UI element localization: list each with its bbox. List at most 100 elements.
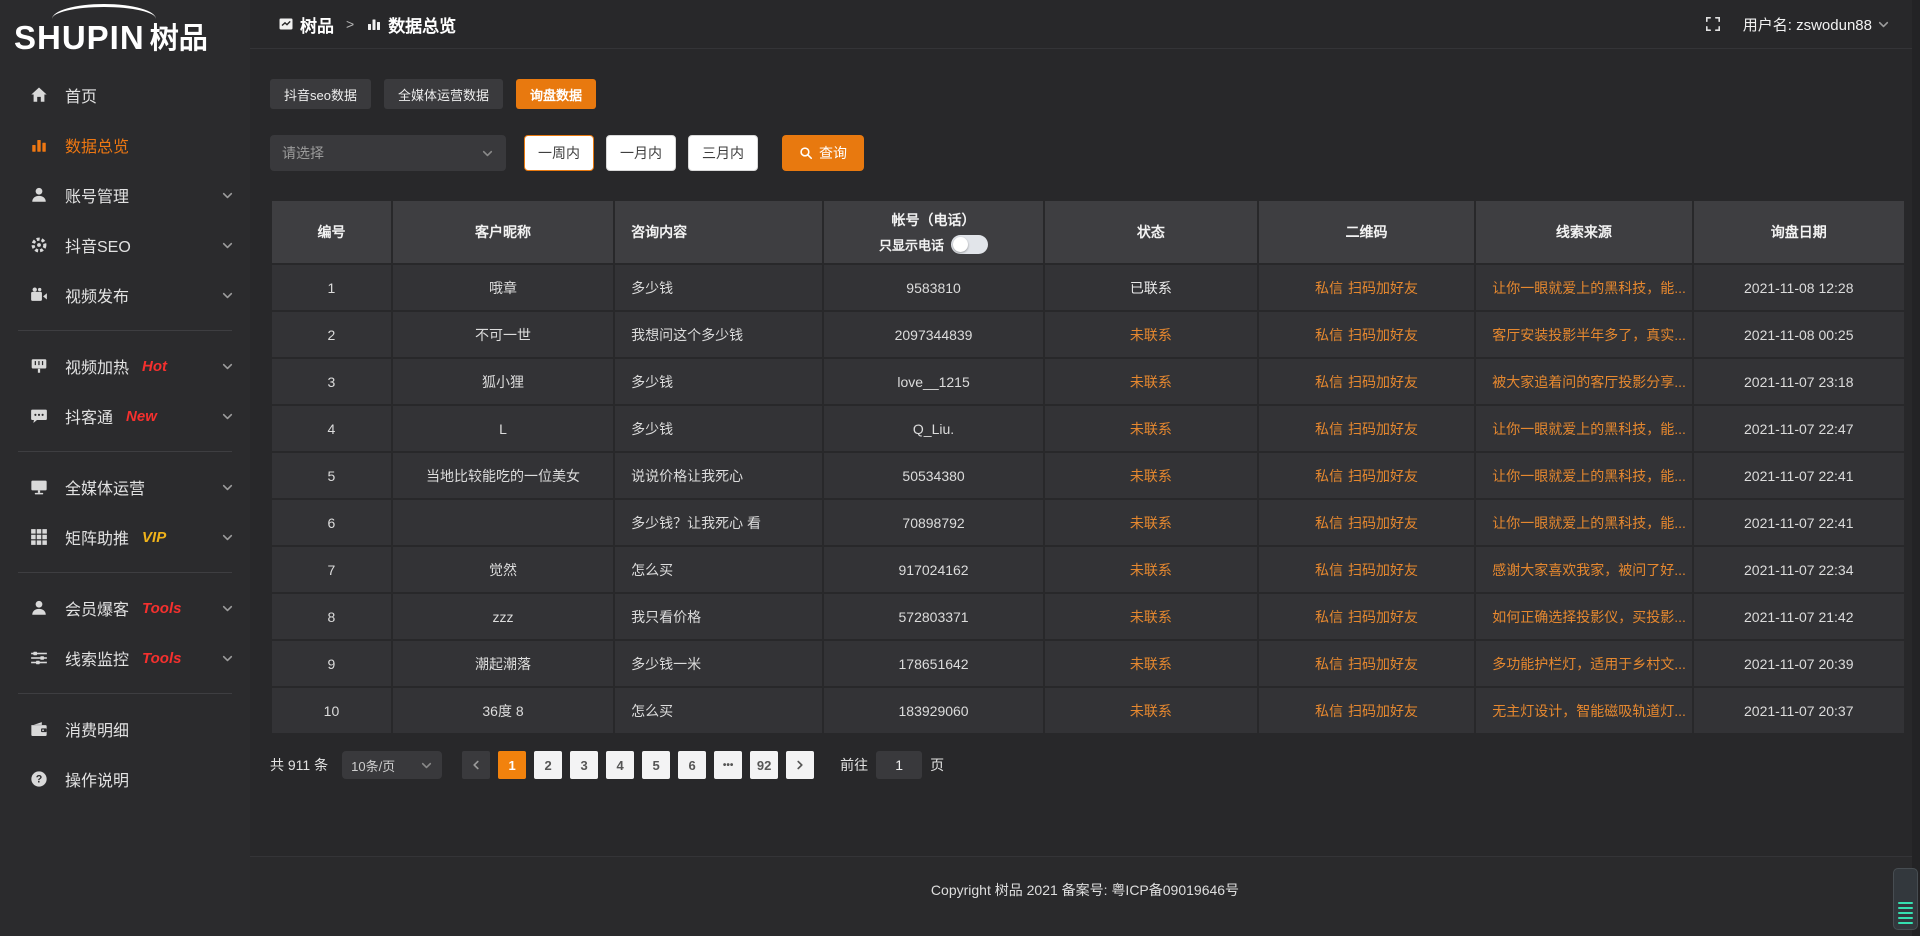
qr-scan-add-friend-link[interactable]: 扫码加好友	[1348, 656, 1418, 672]
sidebar-item-video-heat[interactable]: 视频加热Hot	[0, 341, 250, 391]
time-filter-0[interactable]: 一周内	[524, 135, 594, 171]
lead-source-link[interactable]: 客厅安装投影半年多了，真实...	[1475, 311, 1692, 358]
row-number: 4	[271, 405, 392, 452]
lead-source-link[interactable]: 让你一眼就爱上的黑科技，能...	[1475, 452, 1692, 499]
topbar: 树品 > 数据总览 用户名: zswodun88	[250, 0, 1920, 49]
qr-scan-add-friend-link[interactable]: 扫码加好友	[1348, 609, 1418, 625]
qr-private-message-link[interactable]: 私信	[1315, 374, 1343, 390]
page-ellipsis[interactable]: •••	[714, 751, 742, 779]
account-value: 50534380	[823, 452, 1044, 499]
col-header-7: 询盘日期	[1693, 200, 1905, 264]
scrollbar-track[interactable]	[1912, 0, 1920, 936]
lead-source-link[interactable]: 无主灯设计，智能磁吸轨道灯...	[1475, 687, 1692, 734]
qr-cell: 私信扫码加好友	[1258, 546, 1475, 593]
qr-private-message-link[interactable]: 私信	[1315, 327, 1343, 343]
page-button-3[interactable]: 3	[570, 751, 598, 779]
qr-cell: 私信扫码加好友	[1258, 687, 1475, 734]
page-button-5[interactable]: 5	[642, 751, 670, 779]
sidebar-item-operation-guide[interactable]: ?操作说明	[0, 754, 250, 804]
floating-widget[interactable]	[1893, 868, 1918, 930]
page-button-2[interactable]: 2	[534, 751, 562, 779]
widget-bar	[1898, 902, 1913, 904]
qr-scan-add-friend-link[interactable]: 扫码加好友	[1348, 703, 1418, 719]
customer-nickname: 觉然	[392, 546, 614, 593]
inquiry-date: 2021-11-07 22:41	[1693, 499, 1905, 546]
qr-scan-add-friend-link[interactable]: 扫码加好友	[1348, 515, 1418, 531]
page-button-1[interactable]: 1	[498, 751, 526, 779]
lead-source-link[interactable]: 让你一眼就爱上的黑科技，能...	[1475, 264, 1692, 311]
copyright-text: Copyright 树品 2021 备案号: 粤ICP备09019646号	[931, 880, 1239, 936]
home-icon	[30, 86, 50, 104]
sidebar-item-member-baoke[interactable]: 会员爆客Tools	[0, 583, 250, 633]
sidebar-item-home[interactable]: 首页	[0, 70, 250, 120]
qr-scan-add-friend-link[interactable]: 扫码加好友	[1348, 421, 1418, 437]
qr-private-message-link[interactable]: 私信	[1315, 562, 1343, 578]
lead-source-link[interactable]: 多功能护栏灯，适用于乡村文...	[1475, 640, 1692, 687]
username-menu[interactable]: 用户名: zswodun88	[1743, 14, 1890, 35]
phone-only-row: 只显示电话	[879, 235, 988, 254]
qr-private-message-link[interactable]: 私信	[1315, 703, 1343, 719]
lead-source-link[interactable]: 被大家追着问的客厅投影分享...	[1475, 358, 1692, 405]
qr-scan-add-friend-link[interactable]: 扫码加好友	[1348, 280, 1418, 296]
qr-private-message-link[interactable]: 私信	[1315, 280, 1343, 296]
prev-page-button[interactable]	[462, 751, 490, 779]
status-badge: 未联系	[1044, 687, 1258, 734]
page-button-4[interactable]: 4	[606, 751, 634, 779]
footer: Copyright 树品 2021 备案号: 粤ICP备09019646号	[250, 856, 1920, 936]
fullscreen-icon[interactable]	[1705, 16, 1721, 32]
qr-private-message-link[interactable]: 私信	[1315, 515, 1343, 531]
next-page-button[interactable]	[786, 751, 814, 779]
lead-source-link[interactable]: 让你一眼就爱上的黑科技，能...	[1475, 499, 1692, 546]
qr-private-message-link[interactable]: 私信	[1315, 609, 1343, 625]
inquiry-date: 2021-11-07 20:39	[1693, 640, 1905, 687]
page-button-92[interactable]: 92	[750, 751, 778, 779]
breadcrumb-root[interactable]: 树品	[300, 12, 334, 37]
qr-private-message-link[interactable]: 私信	[1315, 421, 1343, 437]
tab-douyin-seo-data[interactable]: 抖音seo数据	[270, 79, 371, 109]
sidebar-item-douketong[interactable]: 抖客通New	[0, 391, 250, 441]
logo-text-en: SHUPIN	[14, 21, 145, 54]
qr-private-message-link[interactable]: 私信	[1315, 468, 1343, 484]
sidebar-item-matrix-boost[interactable]: 矩阵助推VIP	[0, 512, 250, 562]
sidebar-item-badge: Tools	[142, 600, 181, 617]
time-filter-2[interactable]: 三月内	[688, 135, 758, 171]
qr-scan-add-friend-link[interactable]: 扫码加好友	[1348, 374, 1418, 390]
inquiry-date: 2021-11-08 12:28	[1693, 264, 1905, 311]
breadcrumb: 树品 > 数据总览	[278, 12, 456, 37]
qr-private-message-link[interactable]: 私信	[1315, 656, 1343, 672]
inquiry-date: 2021-11-07 22:41	[1693, 452, 1905, 499]
page-size-select[interactable]: 10条/页	[342, 751, 442, 779]
sidebar-item-account-management[interactable]: 账号管理	[0, 170, 250, 220]
qr-cell: 私信扫码加好友	[1258, 499, 1475, 546]
qr-scan-add-friend-link[interactable]: 扫码加好友	[1348, 327, 1418, 343]
sidebar-item-data-overview[interactable]: 数据总览	[0, 120, 250, 170]
lead-source-link[interactable]: 如何正确选择投影仪，买投影...	[1475, 593, 1692, 640]
logo[interactable]: SHUPIN 树品	[0, 0, 250, 64]
page-button-6[interactable]: 6	[678, 751, 706, 779]
sidebar-item-video-publish[interactable]: 视频发布	[0, 270, 250, 320]
sidebar-item-badge: VIP	[142, 529, 166, 546]
chevron-down-icon	[221, 360, 234, 373]
status-badge: 未联系	[1044, 640, 1258, 687]
sidebar-item-consumption-detail[interactable]: 消费明细	[0, 704, 250, 754]
inquiry-content: 多少钱	[614, 405, 823, 452]
customer-nickname: 36度 8	[392, 687, 614, 734]
time-filter-1[interactable]: 一月内	[606, 135, 676, 171]
qr-scan-add-friend-link[interactable]: 扫码加好友	[1348, 562, 1418, 578]
filter-select[interactable]: 请选择	[270, 135, 506, 171]
sidebar-item-douyin-seo[interactable]: 抖音SEO	[0, 220, 250, 270]
pagination: 共 911 条 10条/页 123456•••92 前往 页	[270, 751, 1906, 779]
tab-media-operation-data[interactable]: 全媒体运营数据	[384, 79, 503, 109]
lead-source-link[interactable]: 感谢大家喜欢我家，被问了好...	[1475, 546, 1692, 593]
sidebar-item-lead-monitor[interactable]: 线索监控Tools	[0, 633, 250, 683]
qr-scan-add-friend-link[interactable]: 扫码加好友	[1348, 468, 1418, 484]
lead-source-link[interactable]: 让你一眼就爱上的黑科技，能...	[1475, 405, 1692, 452]
sidebar-item-media-operation[interactable]: 全媒体运营	[0, 462, 250, 512]
goto-page-input[interactable]	[876, 751, 922, 779]
chevron-down-icon	[1877, 18, 1890, 31]
query-button[interactable]: 查询	[782, 135, 864, 171]
main-area: 树品 > 数据总览 用户名: zswodun88 抖音seo数据全媒体运营数据询…	[250, 0, 1920, 936]
inquiry-content: 多少钱	[614, 358, 823, 405]
phone-only-toggle[interactable]	[951, 235, 988, 254]
tab-inquiry-data[interactable]: 询盘数据	[516, 79, 596, 109]
